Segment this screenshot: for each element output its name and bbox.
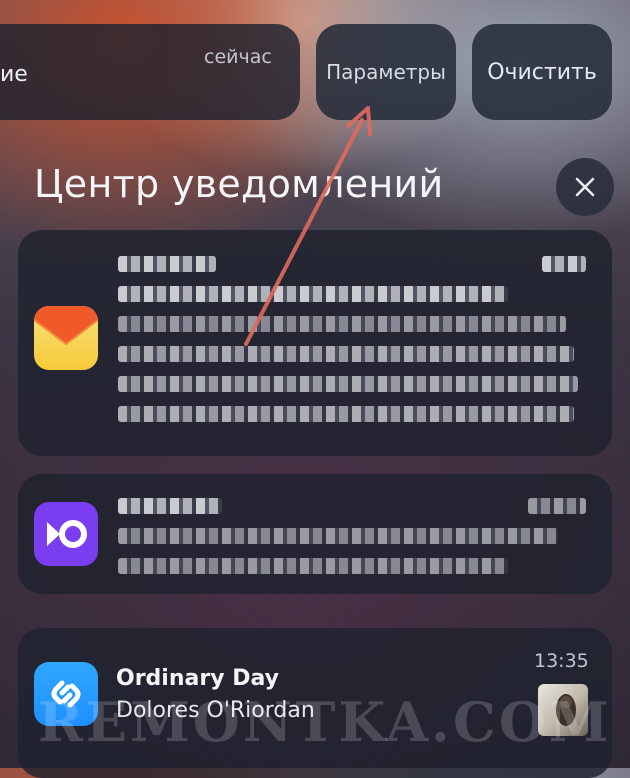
watermark: REMONTKA.COM — [38, 690, 612, 754]
annotation-arrow-icon — [244, 106, 372, 346]
